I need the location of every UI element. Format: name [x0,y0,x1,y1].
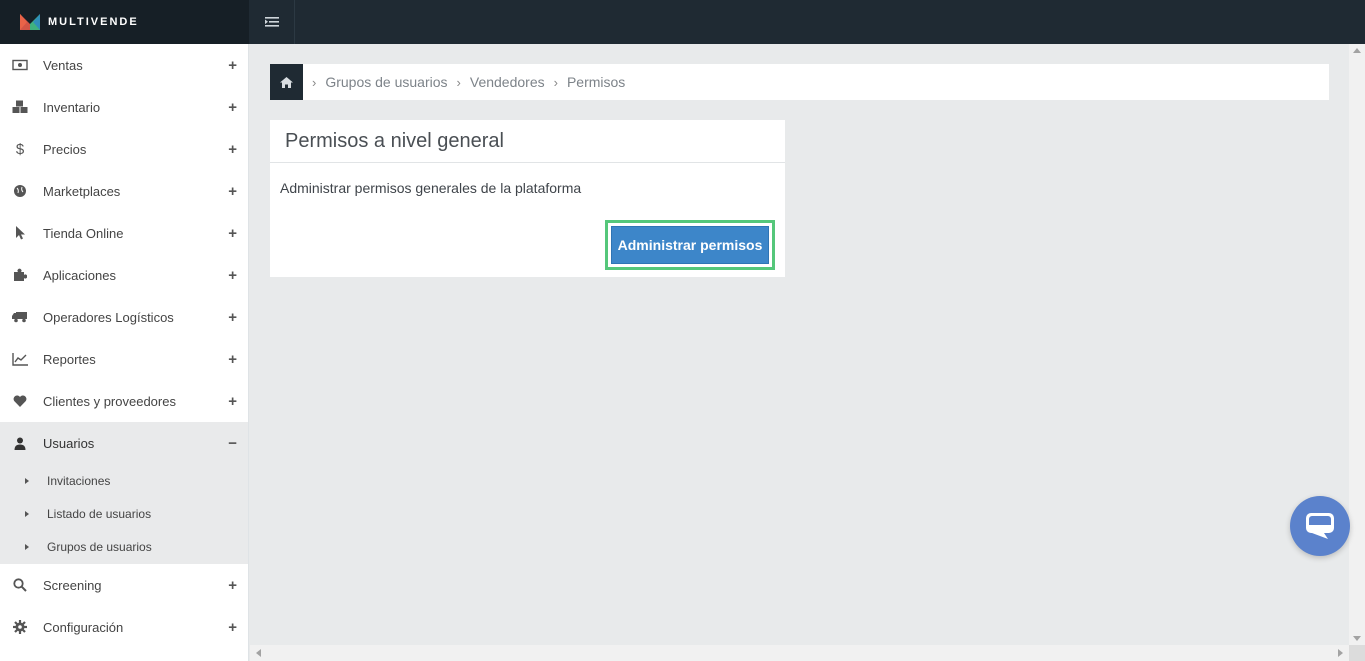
caret-right-icon [25,510,29,517]
sidebar-item-label: Reportes [43,351,96,367]
breadcrumb-separator: › [456,74,461,90]
sidebar-item-label: Precios [43,141,87,157]
caret-right-icon [25,543,29,550]
breadcrumb-grupos-usuarios[interactable]: Grupos de usuarios [325,74,447,90]
expand-icon: + [228,576,237,594]
breadcrumb-permisos[interactable]: Permisos [567,74,625,90]
scroll-left-icon[interactable] [256,649,261,657]
sidebar-subitem-grupos-usuarios[interactable]: Grupos de usuarios [0,530,248,563]
sidebar-item-ventas[interactable]: Ventas + [0,44,248,86]
top-bar: MULTIVENDE [0,0,1365,44]
permisos-generales-panel: Permisos a nivel general Administrar per… [270,120,785,277]
sidebar-item-label: Tienda Online [43,225,124,241]
expand-icon: + [228,618,237,636]
sidebar-subitem-label: Grupos de usuarios [47,539,152,554]
sidebar: Ventas + Inventario + $ Precios + Market… [0,44,249,661]
sidebar-item-configuracion[interactable]: Configuración + [0,606,248,648]
highlight-box: Administrar permisos [605,220,775,270]
user-icon [12,435,28,451]
horizontal-scrollbar[interactable] [250,645,1349,661]
sidebar-item-precios[interactable]: $ Precios + [0,128,248,170]
sidebar-item-usuarios[interactable]: Usuarios − [0,422,248,464]
sidebar-item-inventario[interactable]: Inventario + [0,86,248,128]
expand-icon: + [228,266,237,284]
globe-icon [12,183,28,199]
menu-toggle-button[interactable] [249,0,295,44]
sidebar-item-label: Usuarios [43,435,95,451]
expand-icon: + [228,392,237,410]
scrollbar-corner [1349,645,1365,661]
sidebar-item-clientes-proveedores[interactable]: Clientes y proveedores + [0,380,248,422]
puzzle-icon [12,267,28,283]
administrar-permisos-button[interactable]: Administrar permisos [611,226,769,264]
sidebar-item-reportes[interactable]: Reportes + [0,338,248,380]
sidebar-item-operadores-logisticos[interactable]: Operadores Logísticos + [0,296,248,338]
breadcrumb-separator: › [553,74,558,90]
breadcrumb-separator: › [312,74,317,90]
sidebar-item-tienda-online[interactable]: Tienda Online + [0,212,248,254]
expand-icon: + [228,182,237,200]
breadcrumb-vendedores[interactable]: Vendedores [470,74,545,90]
panel-header: Permisos a nivel general [270,120,785,163]
line-chart-icon [12,351,28,367]
gear-icon [12,619,28,635]
main-content: › Grupos de usuarios › Vendedores › Perm… [250,44,1349,645]
sidebar-item-label: Configuración [43,619,124,635]
expand-icon: + [228,308,237,326]
sidebar-item-label: Operadores Logísticos [43,309,174,325]
expand-icon: + [228,56,237,74]
multivende-logo-icon [20,14,40,30]
scroll-down-icon[interactable] [1353,636,1361,641]
scroll-up-icon[interactable] [1353,48,1361,53]
sidebar-subitem-listado-usuarios[interactable]: Listado de usuarios [0,497,248,530]
scroll-right-icon[interactable] [1338,649,1343,657]
hamburger-icon [264,17,279,27]
chat-widget-button[interactable] [1290,496,1350,556]
sidebar-item-aplicaciones[interactable]: Aplicaciones + [0,254,248,296]
usuarios-submenu: Invitaciones Listado de usuarios Grupos … [0,464,248,564]
sidebar-subitem-invitaciones[interactable]: Invitaciones [0,464,248,497]
expand-icon: + [228,140,237,158]
cursor-icon [12,225,28,241]
heart-icon [12,393,28,409]
expand-icon: + [228,224,237,242]
truck-icon [12,309,28,325]
home-icon [280,76,293,88]
chat-bubble-icon [1306,513,1334,539]
money-icon [12,57,28,73]
sidebar-subitem-label: Listado de usuarios [47,506,152,521]
panel-title: Permisos a nivel general [285,129,504,152]
brand-logo-area[interactable]: MULTIVENDE [0,0,249,44]
sidebar-item-label: Screening [43,577,102,593]
sidebar-item-screening[interactable]: Screening + [0,564,248,606]
sidebar-item-marketplaces[interactable]: Marketplaces + [0,170,248,212]
sidebar-item-label: Aplicaciones [43,267,116,283]
search-icon [12,577,28,593]
caret-right-icon [25,477,29,484]
sidebar-item-label: Clientes y proveedores [43,393,176,409]
sidebar-item-label: Marketplaces [43,183,121,199]
expand-icon: + [228,98,237,116]
breadcrumb: › Grupos de usuarios › Vendedores › Perm… [270,64,1329,100]
breadcrumb-home-button[interactable] [270,64,303,100]
dollar-icon: $ [15,140,25,158]
collapse-icon: − [228,434,237,452]
brand-name: MULTIVENDE [48,16,139,28]
sidebar-item-label: Inventario [43,99,101,115]
vertical-scrollbar[interactable] [1349,44,1365,645]
panel-description: Administrar permisos generales de la pla… [280,180,582,196]
expand-icon: + [228,350,237,368]
sidebar-subitem-label: Invitaciones [47,473,111,488]
sidebar-item-label: Ventas [43,57,83,73]
cubes-icon [12,99,28,115]
